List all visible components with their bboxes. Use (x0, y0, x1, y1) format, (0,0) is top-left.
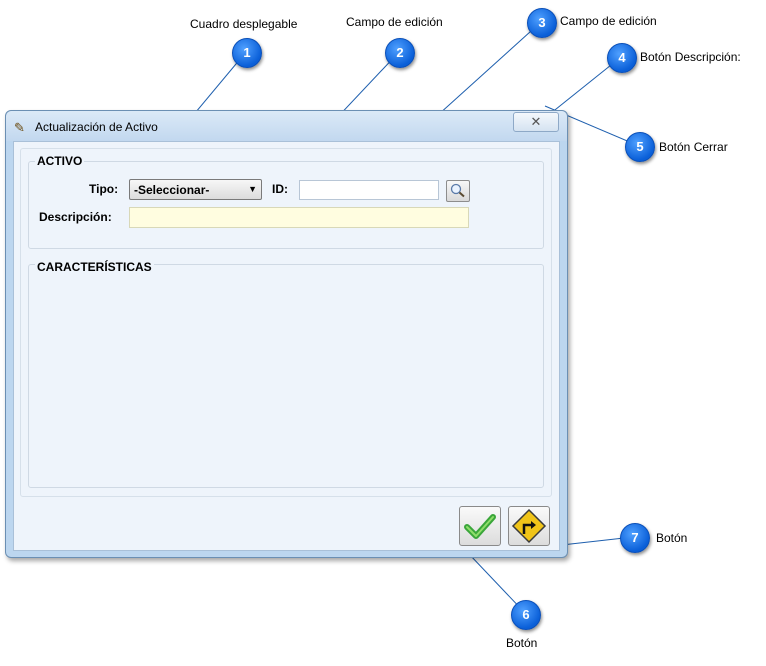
asset-update-window: ✎ Actualización de Activo ✕ ACTIVO Tipo:… (5, 110, 568, 558)
callout-badge-5: 5 (625, 132, 655, 162)
callout-badge-7: 7 (620, 523, 650, 553)
callout-label-5: Botón Cerrar (659, 140, 728, 154)
turn-right-sign-icon (511, 508, 547, 544)
callout-badge-2: 2 (385, 38, 415, 68)
checkmark-icon (464, 514, 496, 539)
return-button[interactable] (508, 506, 550, 546)
accept-button[interactable] (459, 506, 501, 546)
window-title: Actualización de Activo (35, 120, 158, 134)
title-bar[interactable]: ✎ Actualización de Activo ✕ (6, 111, 567, 141)
callout-badge-4: 4 (607, 43, 637, 73)
callout-badge-3: 3 (527, 8, 557, 38)
callout-label-7: Botón (656, 531, 688, 545)
callout-badge-1: 1 (232, 38, 262, 68)
dialog-body: ACTIVO Tipo: -Seleccionar- ▼ ID: Descrip… (13, 141, 560, 551)
callout-label-2: Campo de edición (346, 15, 443, 29)
pencil-icon: ✎ (14, 120, 25, 135)
callout-label-3: Campo de edición (560, 14, 657, 28)
callout-label-6: Botón (506, 636, 538, 650)
callout-badge-6: 6 (511, 600, 541, 630)
close-button[interactable]: ✕ (513, 112, 559, 132)
content-frame (20, 148, 552, 497)
callout-label-4: Botón Descripción: (640, 50, 741, 64)
callout-label-1: Cuadro desplegable (190, 17, 298, 31)
